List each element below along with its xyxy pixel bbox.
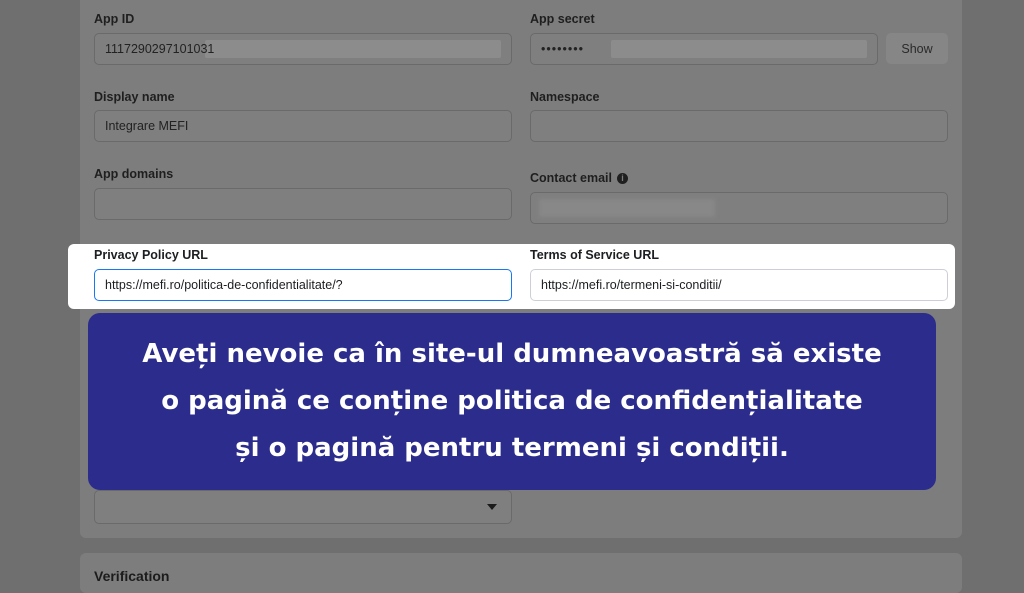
caret-down-icon bbox=[487, 504, 497, 510]
contact-email-label: Contact email i bbox=[530, 171, 628, 185]
namespace-input[interactable] bbox=[530, 110, 948, 142]
display-name-value: Integrare MEFI bbox=[105, 119, 189, 133]
verification-title: Verification bbox=[94, 568, 170, 584]
contact-email-label-text: Contact email bbox=[530, 171, 612, 185]
banner-line-1: Aveți nevoie ca în site-ul dumneavoastră… bbox=[142, 339, 882, 369]
app-id-value: 1117290297101031 bbox=[105, 42, 215, 56]
contact-email-input[interactable] bbox=[530, 192, 948, 224]
info-icon[interactable]: i bbox=[616, 172, 628, 184]
highlighted-url-row: Privacy Policy URL https://mefi.ro/polit… bbox=[68, 244, 955, 309]
display-name-label: Display name bbox=[94, 90, 175, 104]
redaction-bar bbox=[539, 199, 715, 217]
verification-card: Verification bbox=[80, 553, 962, 593]
display-name-input[interactable]: Integrare MEFI bbox=[94, 110, 512, 142]
terms-of-service-url-input[interactable]: https://mefi.ro/termeni-si-conditii/ bbox=[530, 269, 948, 301]
privacy-policy-url-input[interactable]: https://mefi.ro/politica-de-confidential… bbox=[94, 269, 512, 301]
privacy-policy-url-value: https://mefi.ro/politica-de-confidential… bbox=[105, 278, 343, 292]
redaction-bar bbox=[611, 40, 867, 58]
app-id-field[interactable]: 1117290297101031 bbox=[94, 33, 512, 65]
app-secret-label: App secret bbox=[530, 12, 595, 26]
app-id-label: App ID bbox=[94, 12, 135, 26]
app-domains-label: App domains bbox=[94, 167, 174, 181]
app-secret-field[interactable]: •••••••• bbox=[530, 33, 878, 65]
terms-of-service-label: Terms of Service URL bbox=[530, 248, 659, 262]
banner-line-3: și o pagină pentru termeni și condiții. bbox=[235, 433, 789, 463]
banner-line-2: o pagină ce conține politica de confiden… bbox=[161, 386, 863, 416]
show-secret-button[interactable]: Show bbox=[886, 33, 948, 64]
app-domains-input[interactable] bbox=[94, 188, 512, 220]
namespace-label: Namespace bbox=[530, 90, 600, 104]
app-secret-value: •••••••• bbox=[541, 42, 585, 56]
category-dropdown[interactable] bbox=[94, 490, 512, 524]
terms-of-service-url-value: https://mefi.ro/termeni-si-conditii/ bbox=[541, 278, 722, 292]
privacy-policy-label: Privacy Policy URL bbox=[94, 248, 208, 262]
info-banner: Aveți nevoie ca în site-ul dumneavoastră… bbox=[88, 313, 936, 490]
redaction-bar bbox=[205, 40, 501, 58]
